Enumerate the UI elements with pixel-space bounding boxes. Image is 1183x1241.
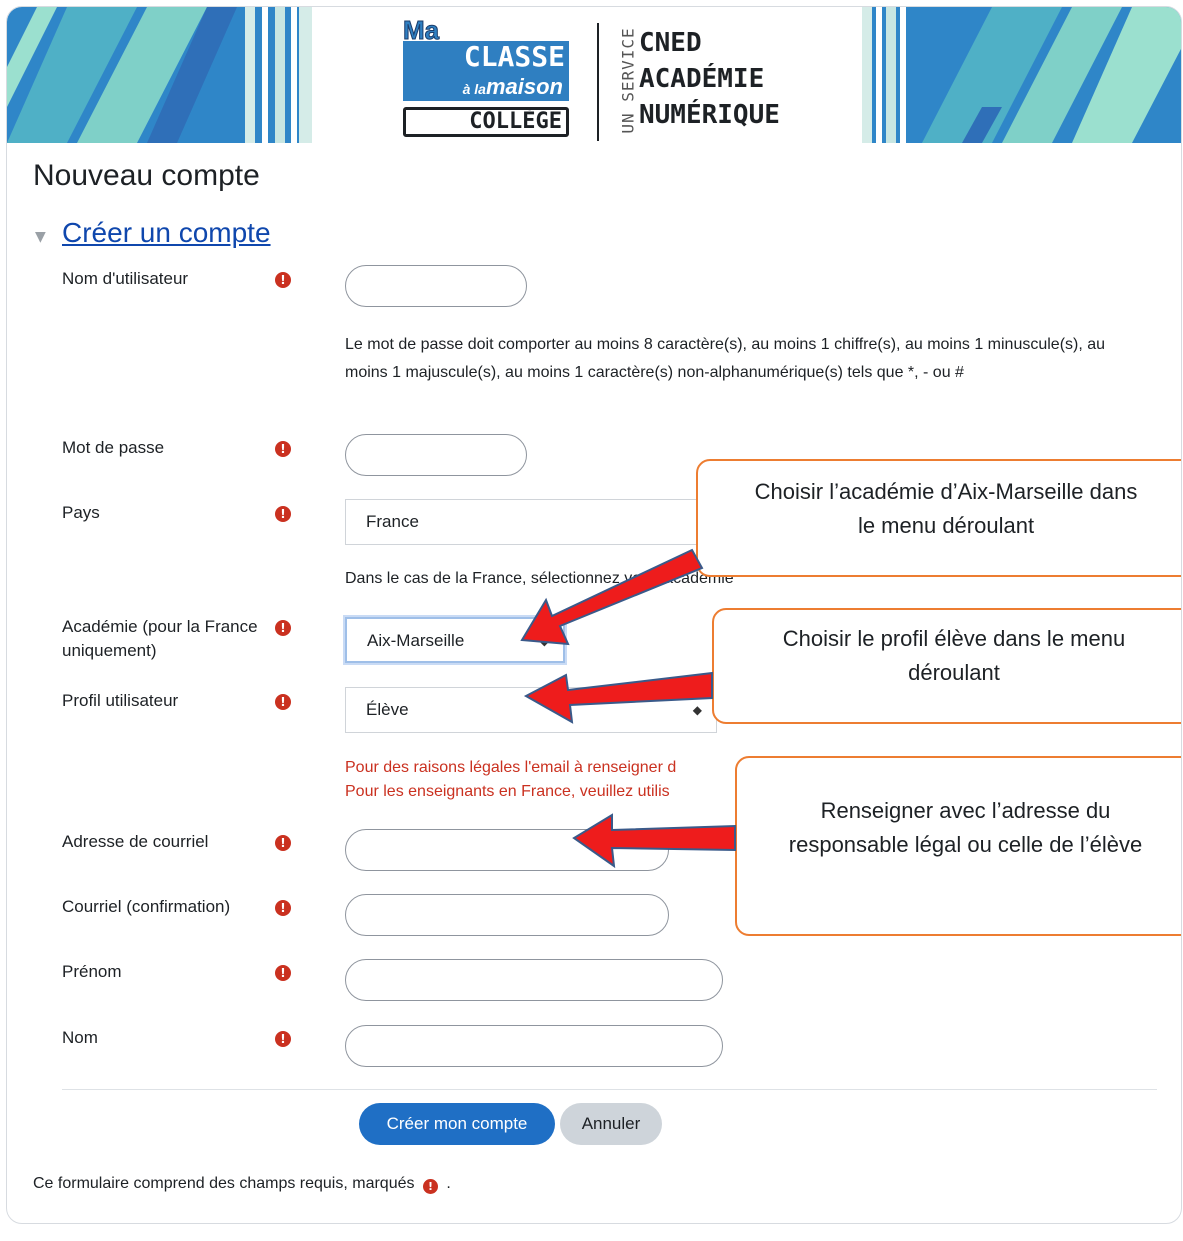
required-note-text: Ce formulaire comprend des champs requis… <box>33 1175 415 1192</box>
required-icon: ! <box>275 1031 291 1047</box>
header-banner: Ma CLASSE à lamaison COLLÈGE UN SERVICE … <box>7 7 1181 143</box>
required-icon: ! <box>275 506 291 522</box>
logo-cned-line1: CNED <box>639 28 702 58</box>
firstname-input[interactable] <box>345 959 723 1001</box>
username-input[interactable] <box>345 265 527 307</box>
firstname-label: Prénom <box>62 962 122 981</box>
academy-callout-line2: le menu déroulant <box>857 513 1035 538</box>
required-fields-note: Ce formulaire comprend des champs requis… <box>33 1175 451 1194</box>
academy-label: Académie (pour la France uniquement) <box>62 617 258 660</box>
logo-divider <box>597 23 599 141</box>
ma-classe-a-la-maison-logo: Ma CLASSE à lamaison COLLÈGE <box>397 15 572 137</box>
page-frame: Ma CLASSE à lamaison COLLÈGE UN SERVICE … <box>6 6 1182 1224</box>
profile-callout-line2: déroulant <box>908 660 1000 685</box>
required-icon: ! <box>275 965 291 981</box>
profile-callout: Choisir le profil élève dans le menu dér… <box>712 608 1181 724</box>
required-icon: ! <box>275 620 291 636</box>
cned-logo: CNED ACADÉMIE NUMÉRIQUE <box>639 25 780 133</box>
lastname-label: Nom <box>62 1028 98 1047</box>
create-account-button[interactable]: Créer mon compte <box>359 1103 555 1145</box>
email-warning-line1: Pour des raisons légales l'email à rense… <box>345 759 677 776</box>
banner-decoration-right <box>862 7 1181 143</box>
profile-select-value: Élève <box>366 700 409 719</box>
academy-callout: Choisir l’académie d’Aix-Marseille dans … <box>696 459 1181 577</box>
select-arrows-icon: ◆ <box>539 634 549 648</box>
email-input[interactable] <box>345 829 669 871</box>
academy-select[interactable]: Aix-Marseille ◆ <box>345 617 565 663</box>
username-label: Nom d'utilisateur <box>62 269 189 288</box>
email-warning-line2: Pour les enseignants en France, veuillez… <box>345 783 670 800</box>
required-icon: ! <box>275 694 291 710</box>
required-icon: ! <box>275 900 291 916</box>
required-icon: ! <box>275 272 291 288</box>
logo-a-la-text: à la <box>462 81 486 97</box>
country-select-value: France <box>366 512 419 531</box>
profile-label: Profil utilisateur <box>62 691 179 710</box>
email-callout: Renseigner avec l’adresse du responsable… <box>735 756 1181 936</box>
required-icon: ! <box>422 1179 438 1194</box>
logo-cned-line3: NUMÉRIQUE <box>639 100 780 130</box>
email-label: Adresse de courriel <box>62 832 209 851</box>
profile-callout-line1: Choisir le profil élève dans le menu <box>782 626 1126 651</box>
logo-service-text: UN SERVICE <box>618 27 638 134</box>
banner-decoration-left <box>7 7 312 143</box>
required-icon: ! <box>275 835 291 851</box>
email-confirm-label: Courriel (confirmation) <box>62 897 231 916</box>
page-title: Nouveau compte <box>33 159 260 192</box>
logo-maison-text: maison <box>485 74 563 99</box>
password-input[interactable] <box>345 434 527 476</box>
country-select[interactable]: France <box>345 499 715 545</box>
section-title-link[interactable]: Créer un compte <box>62 217 271 249</box>
lastname-input[interactable] <box>345 1025 723 1067</box>
password-label: Mot de passe <box>62 438 165 457</box>
profile-select[interactable]: Élève ◆ <box>345 687 717 733</box>
select-arrows-icon: ◆ <box>692 703 702 717</box>
logo-a-la-maison: à lamaison <box>403 73 569 101</box>
logo-cned-line2: ACADÉMIE <box>639 64 765 94</box>
email-callout-line1: Renseigner avec l’adresse du <box>820 798 1111 823</box>
logo-un-service: UN SERVICE <box>615 27 638 137</box>
email-callout-line2: responsable légal ou celle de l’élève <box>788 832 1143 857</box>
logo-college-text: COLLÈGE <box>403 107 569 137</box>
required-icon: ! <box>275 441 291 457</box>
country-label: Pays <box>62 503 100 522</box>
password-help-text: Le mot de passe doit comporter au moins … <box>345 336 1106 381</box>
form-divider <box>62 1089 1157 1090</box>
cancel-button[interactable]: Annuler <box>560 1103 662 1145</box>
email-confirm-input[interactable] <box>345 894 669 936</box>
logo-classe-text: CLASSE <box>403 41 569 73</box>
collapse-triangle-icon[interactable]: ▼ <box>35 229 46 245</box>
academy-callout-line1: Choisir l’académie d’Aix-Marseille dans <box>754 479 1138 504</box>
academy-select-value: Aix-Marseille <box>367 631 465 650</box>
required-note-period: . <box>446 1175 451 1192</box>
